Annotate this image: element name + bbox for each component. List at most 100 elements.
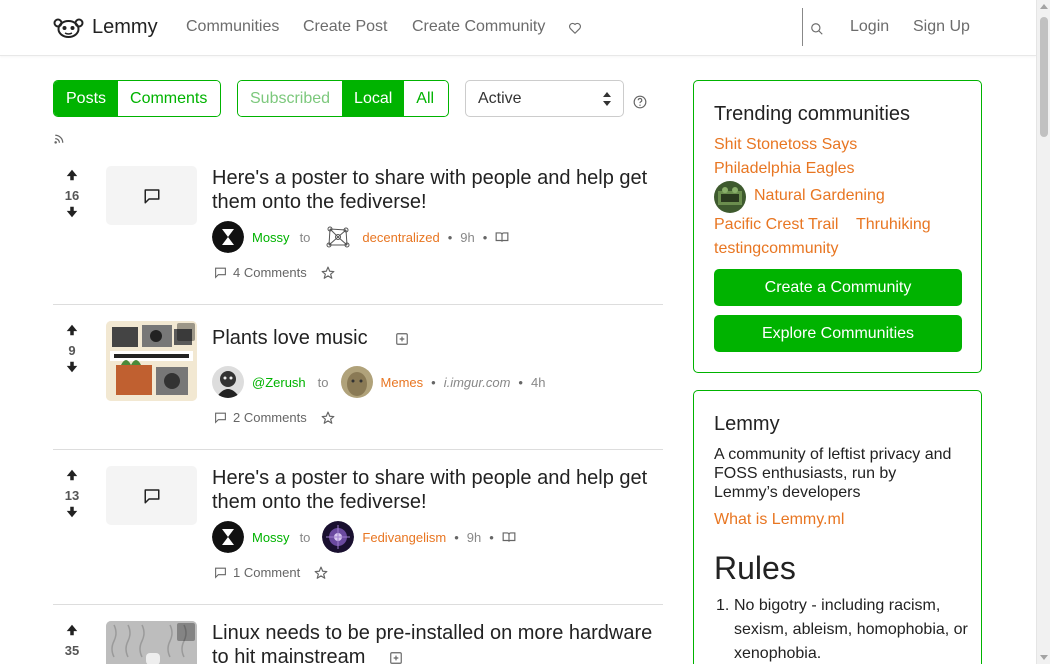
comment-icon — [215, 567, 226, 579]
trending-community-link[interactable]: Pacific Crest Trail — [714, 216, 838, 234]
vote-column: 9 — [61, 323, 83, 379]
rss-icon[interactable] — [54, 134, 64, 144]
select-arrows-icon — [603, 92, 611, 106]
post-title: Plants love music — [212, 326, 409, 350]
user-avatar[interactable] — [212, 221, 244, 253]
scroll-up-arrow-icon[interactable] — [1040, 4, 1048, 9]
nav-communities[interactable]: Communities — [186, 18, 279, 36]
meta-dot: • — [454, 529, 459, 545]
post-thumbnail-placeholder[interactable] — [106, 466, 197, 525]
post-thumbnail-image[interactable] — [106, 321, 197, 401]
post-community[interactable]: Fedivangelism — [362, 530, 446, 545]
donate-heart-icon[interactable] — [568, 21, 582, 35]
rule-number: 1. — [716, 597, 730, 614]
signup-link[interactable]: Sign Up — [913, 18, 970, 36]
trending-community-link[interactable]: Philadelphia Eagles — [714, 160, 855, 178]
login-link[interactable]: Login — [850, 18, 889, 36]
page-scrollbar[interactable] — [1036, 0, 1050, 664]
post-title-text[interactable]: Plants love music — [212, 327, 368, 349]
site-name: Lemmy — [714, 413, 780, 435]
scroll-thumb[interactable] — [1040, 17, 1048, 137]
post-title[interactable]: Here's a poster to share with people and… — [212, 466, 662, 514]
tab-local[interactable]: Local — [342, 81, 405, 116]
meta-dot: • — [482, 229, 488, 245]
upvote-arrow-icon[interactable] — [65, 168, 79, 182]
community-avatar[interactable] — [340, 366, 373, 398]
post-divider — [53, 604, 663, 605]
trending-community-link[interactable]: Shit Stonetoss Says — [714, 136, 857, 154]
book-open-icon[interactable] — [502, 530, 516, 544]
post-actions: 4 Comments — [214, 265, 335, 280]
scroll-down-arrow-icon[interactable] — [1040, 655, 1048, 660]
tab-comments[interactable]: Comments — [118, 81, 220, 116]
community-avatar[interactable] — [714, 181, 746, 213]
post-meta: @Zerush to Memes • i.imgur.com • 4h — [212, 366, 545, 398]
meta-dot: • — [518, 374, 523, 390]
trending-community-link[interactable]: Natural Gardening — [754, 187, 885, 205]
post-actions: 2 Comments — [214, 410, 335, 425]
comments-link[interactable]: 1 Comment — [233, 565, 300, 580]
trending-community-link[interactable]: Thruhiking — [856, 216, 931, 234]
trending-title[interactable]: Trending communities — [714, 103, 910, 126]
site-info-card: Lemmy A community of leftist privacy and… — [693, 390, 982, 664]
comments-link[interactable]: 2 Comments — [233, 410, 307, 425]
post-community[interactable]: decentralized — [362, 230, 439, 245]
trending-community-link[interactable]: testingcommunity — [714, 240, 839, 258]
post-title[interactable]: Here's a poster to share with people and… — [212, 166, 662, 214]
sort-help-icon[interactable] — [633, 95, 647, 109]
tab-subscribed[interactable]: Subscribed — [238, 81, 343, 116]
post-card: 9 Plants love music @Zerush to Memes • i… — [53, 321, 663, 436]
post-community[interactable]: Memes — [381, 375, 424, 390]
rules-list: 1. No bigotry - including racism, sexism… — [716, 594, 974, 664]
search-icon[interactable] — [810, 22, 824, 36]
type-toggle: Posts Comments — [53, 80, 221, 117]
nav-create-post[interactable]: Create Post — [303, 18, 387, 36]
star-icon[interactable] — [321, 266, 335, 280]
comment-icon — [215, 412, 226, 424]
vote-column: 16 — [61, 168, 83, 224]
downvote-arrow-icon[interactable] — [65, 360, 79, 374]
what-is-lemmy-link[interactable]: What is Lemmy.ml — [714, 511, 844, 529]
create-community-button[interactable]: Create a Community — [714, 269, 962, 306]
post-author[interactable]: Mossy — [252, 230, 290, 245]
expand-plus-square-icon[interactable] — [389, 651, 403, 664]
tab-all[interactable]: All — [404, 81, 447, 116]
meta-dot: • — [489, 529, 494, 545]
rules-heading: Rules — [714, 550, 796, 586]
sort-select[interactable]: Active — [465, 80, 624, 117]
lemmy-logo-icon — [53, 18, 84, 38]
post-author[interactable]: @Zerush — [252, 375, 306, 390]
message-square-icon — [144, 488, 159, 503]
tab-posts[interactable]: Posts — [54, 81, 119, 116]
upvote-arrow-icon[interactable] — [65, 623, 79, 637]
brand-link[interactable]: Lemmy — [53, 14, 158, 40]
post-thumbnail-image[interactable] — [106, 621, 197, 664]
explore-communities-button[interactable]: Explore Communities — [714, 315, 962, 352]
post-score: 13 — [64, 488, 80, 503]
star-icon[interactable] — [314, 566, 328, 580]
post-meta: Mossy to Fedivangelism • 9h • — [212, 521, 516, 553]
meta-dot: • — [447, 229, 453, 245]
expand-plus-square-icon[interactable] — [395, 332, 409, 346]
book-open-icon[interactable] — [495, 230, 509, 244]
community-avatar[interactable] — [322, 521, 355, 553]
nav-create-community[interactable]: Create Community — [412, 18, 545, 36]
upvote-arrow-icon[interactable] — [65, 468, 79, 482]
message-square-icon — [144, 188, 159, 203]
downvote-arrow-icon[interactable] — [65, 505, 79, 519]
post-title: Linux needs to be pre-installed on more … — [212, 621, 662, 664]
post-score: 16 — [64, 188, 80, 203]
downvote-arrow-icon[interactable] — [65, 205, 79, 219]
post-title-text[interactable]: Linux needs to be pre-installed on more … — [212, 622, 652, 664]
expand-image-icon[interactable] — [177, 323, 195, 341]
post-thumbnail-placeholder[interactable] — [106, 166, 197, 225]
upvote-arrow-icon[interactable] — [65, 323, 79, 337]
user-avatar[interactable] — [212, 521, 244, 553]
star-icon[interactable] — [321, 411, 335, 425]
community-avatar[interactable] — [322, 221, 354, 253]
user-avatar[interactable] — [212, 366, 244, 398]
post-author[interactable]: Mossy — [252, 530, 290, 545]
post-card: 16 Here's a poster to share with people … — [53, 166, 663, 291]
expand-image-icon[interactable] — [177, 623, 195, 641]
comments-link[interactable]: 4 Comments — [233, 265, 307, 280]
